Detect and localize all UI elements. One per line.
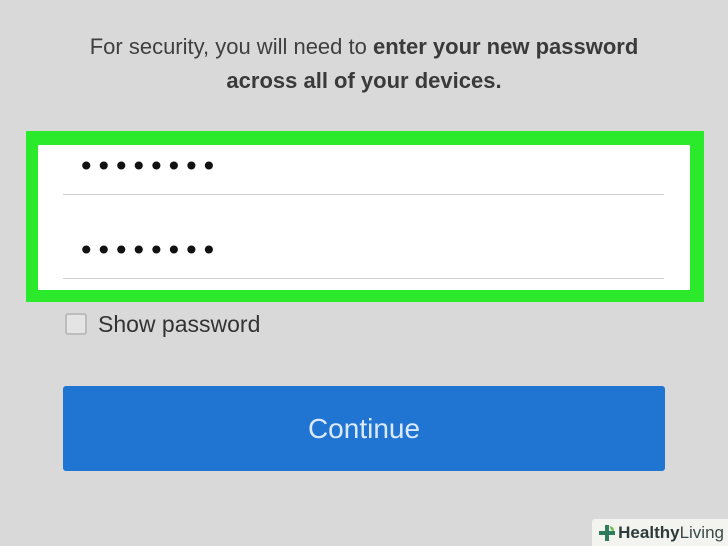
watermark: Healthy Living (592, 519, 728, 546)
confirm-password-field[interactable]: •••••••• (63, 229, 664, 279)
confirm-password-value: •••••••• (78, 234, 219, 267)
show-password-checkbox[interactable] (65, 313, 87, 335)
watermark-brand-light: Living (679, 522, 724, 542)
plus-leaf-icon (599, 524, 616, 541)
show-password-label[interactable]: Show password (98, 311, 260, 338)
continue-button-label: Continue (307, 412, 421, 444)
notice-text: For security, you will need to (89, 34, 373, 59)
new-password-value: •••••••• (78, 150, 219, 183)
continue-button[interactable]: Continue (63, 386, 665, 471)
password-fields-card: •••••••• •••••••• (38, 145, 690, 290)
new-password-field[interactable]: •••••••• (63, 145, 664, 195)
watermark-brand-bold: Healthy (618, 522, 680, 542)
security-notice: For security, you will need to enter you… (60, 30, 668, 98)
show-password-toggle[interactable]: Show password (65, 311, 260, 337)
